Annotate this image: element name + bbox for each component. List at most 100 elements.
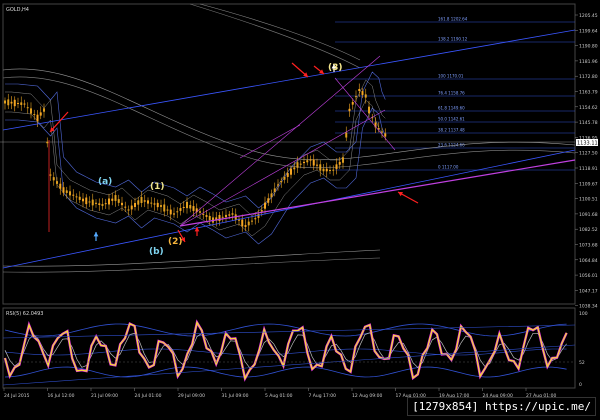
candle-body — [348, 108, 351, 112]
candle-body — [231, 213, 234, 215]
candle-body — [169, 209, 172, 215]
candle-body — [108, 198, 110, 205]
wave-label: (b) — [149, 247, 164, 257]
price-axis-label: 1047.17 — [579, 288, 598, 294]
long-band-upper — [2, 68, 576, 161]
fib-level-label: 0 1117.00 — [438, 165, 459, 170]
price-axis-label: 1100.51 — [579, 197, 598, 203]
candle-body — [306, 160, 309, 163]
candle-body — [273, 188, 276, 192]
time-axis-label: 31 Jul 09:00 — [222, 393, 249, 399]
price-axis-label: 1154.62 — [579, 105, 598, 111]
candle-body — [364, 94, 367, 98]
candle-body — [303, 161, 305, 164]
candle-body — [69, 191, 71, 196]
top-band-2 — [189, 3, 361, 69]
candle-body — [173, 213, 175, 215]
candle-body — [361, 91, 364, 95]
long-band-lower-2 — [2, 257, 381, 273]
candle-body — [160, 205, 162, 207]
price-axis-label: 1064.84 — [579, 258, 598, 264]
candle-body — [280, 181, 283, 183]
indicator-frame — [2, 307, 576, 389]
candle-body — [130, 205, 133, 210]
candle-body — [56, 181, 58, 184]
candle-body — [247, 221, 250, 226]
candle-body — [23, 103, 26, 105]
indicator-label: RSI(5) 62.0493 — [6, 311, 43, 317]
price-axis-label: 1163.79 — [579, 90, 598, 96]
time-axis-label: 12 Aug 09:00 — [352, 393, 382, 399]
price-axis-label: 1199.64 — [579, 28, 598, 34]
price-axis-label: 1118.91 — [579, 166, 598, 172]
candle-body — [299, 163, 302, 165]
candle-body — [257, 214, 260, 218]
candle-body — [283, 176, 286, 180]
candle-body — [88, 201, 91, 203]
candle-body — [33, 114, 36, 116]
candle-body — [368, 106, 370, 114]
candle-body — [36, 114, 39, 122]
candle-body — [156, 202, 159, 208]
band-line — [5, 79, 386, 217]
time-axis-label: 24 Jul 2015 — [4, 393, 30, 399]
band-line — [5, 99, 386, 237]
candle-body — [186, 201, 188, 209]
candle-body — [384, 133, 387, 137]
candle-body — [43, 108, 45, 112]
long-band-upper-2 — [2, 76, 576, 169]
fib-level-label: 161.8 1202.64 — [438, 17, 468, 22]
fan-line-3 — [334, 77, 396, 151]
rsi-axis-label: 0 — [579, 382, 582, 388]
candle-body — [82, 198, 84, 202]
candle-body — [309, 159, 312, 161]
candle-body — [251, 220, 253, 222]
last-price-tag: 1133.11 — [576, 139, 598, 147]
candle-body — [150, 202, 153, 204]
chart-canvas[interactable]: GOLD,H4 RSI(5) 62.0493 161.8 1202.64 138.… — [0, 0, 600, 420]
price-axis-label: 1205.45 — [579, 13, 598, 19]
time-axis-label: 16 Jul 12:00 — [48, 393, 75, 399]
candle-body — [345, 132, 348, 138]
price-axis-label: 1190.80 — [579, 44, 598, 50]
candle-body — [270, 193, 273, 198]
long-band-lower — [2, 249, 381, 267]
candle-body — [286, 173, 289, 177]
channel-upper-line — [2, 29, 576, 131]
price-axis-label: 1127.50 — [579, 151, 598, 157]
price-axis-label: 1056.01 — [579, 273, 598, 279]
candle-body — [137, 200, 140, 205]
candlesticks — [4, 83, 387, 232]
fib-level-label: 50.0 1142.61 — [438, 117, 465, 122]
arrow-head — [93, 232, 99, 237]
candle-body — [192, 206, 195, 211]
price-axis-label: 1082.52 — [579, 227, 598, 233]
price-axis-label: 1181.96 — [579, 59, 598, 65]
candle-body — [189, 205, 192, 209]
candle-body — [52, 177, 55, 181]
channel-lower-line — [2, 149, 576, 269]
wave-label: (a) — [98, 177, 112, 187]
candle-body — [166, 209, 169, 211]
watermark-text: [1279x854] https://upic.me/ — [407, 397, 596, 416]
candle-body — [182, 206, 185, 208]
rsi-axis-label: 100 — [579, 311, 588, 317]
candle-body — [205, 215, 208, 217]
candle-body — [381, 131, 383, 133]
candle-body — [17, 102, 19, 104]
candle-body — [199, 211, 201, 213]
candle-body — [95, 202, 97, 204]
candle-body — [179, 208, 182, 211]
candle-body — [111, 198, 114, 201]
trading-chart-window: GOLD,H4 RSI(5) 62.0493 161.8 1202.64 138.… — [0, 0, 600, 420]
candle-body — [225, 214, 227, 218]
candle-body — [30, 108, 32, 114]
rsi-axis-label: 52 — [579, 360, 585, 366]
candle-body — [290, 168, 292, 175]
candle-body — [39, 112, 42, 116]
main-chart-frame — [2, 3, 576, 305]
fib-level-label: 61.8 1149.60 — [438, 106, 465, 111]
candle-body — [176, 211, 179, 213]
last-price-value: 1133.11 — [577, 141, 598, 147]
candle-body — [322, 168, 325, 172]
